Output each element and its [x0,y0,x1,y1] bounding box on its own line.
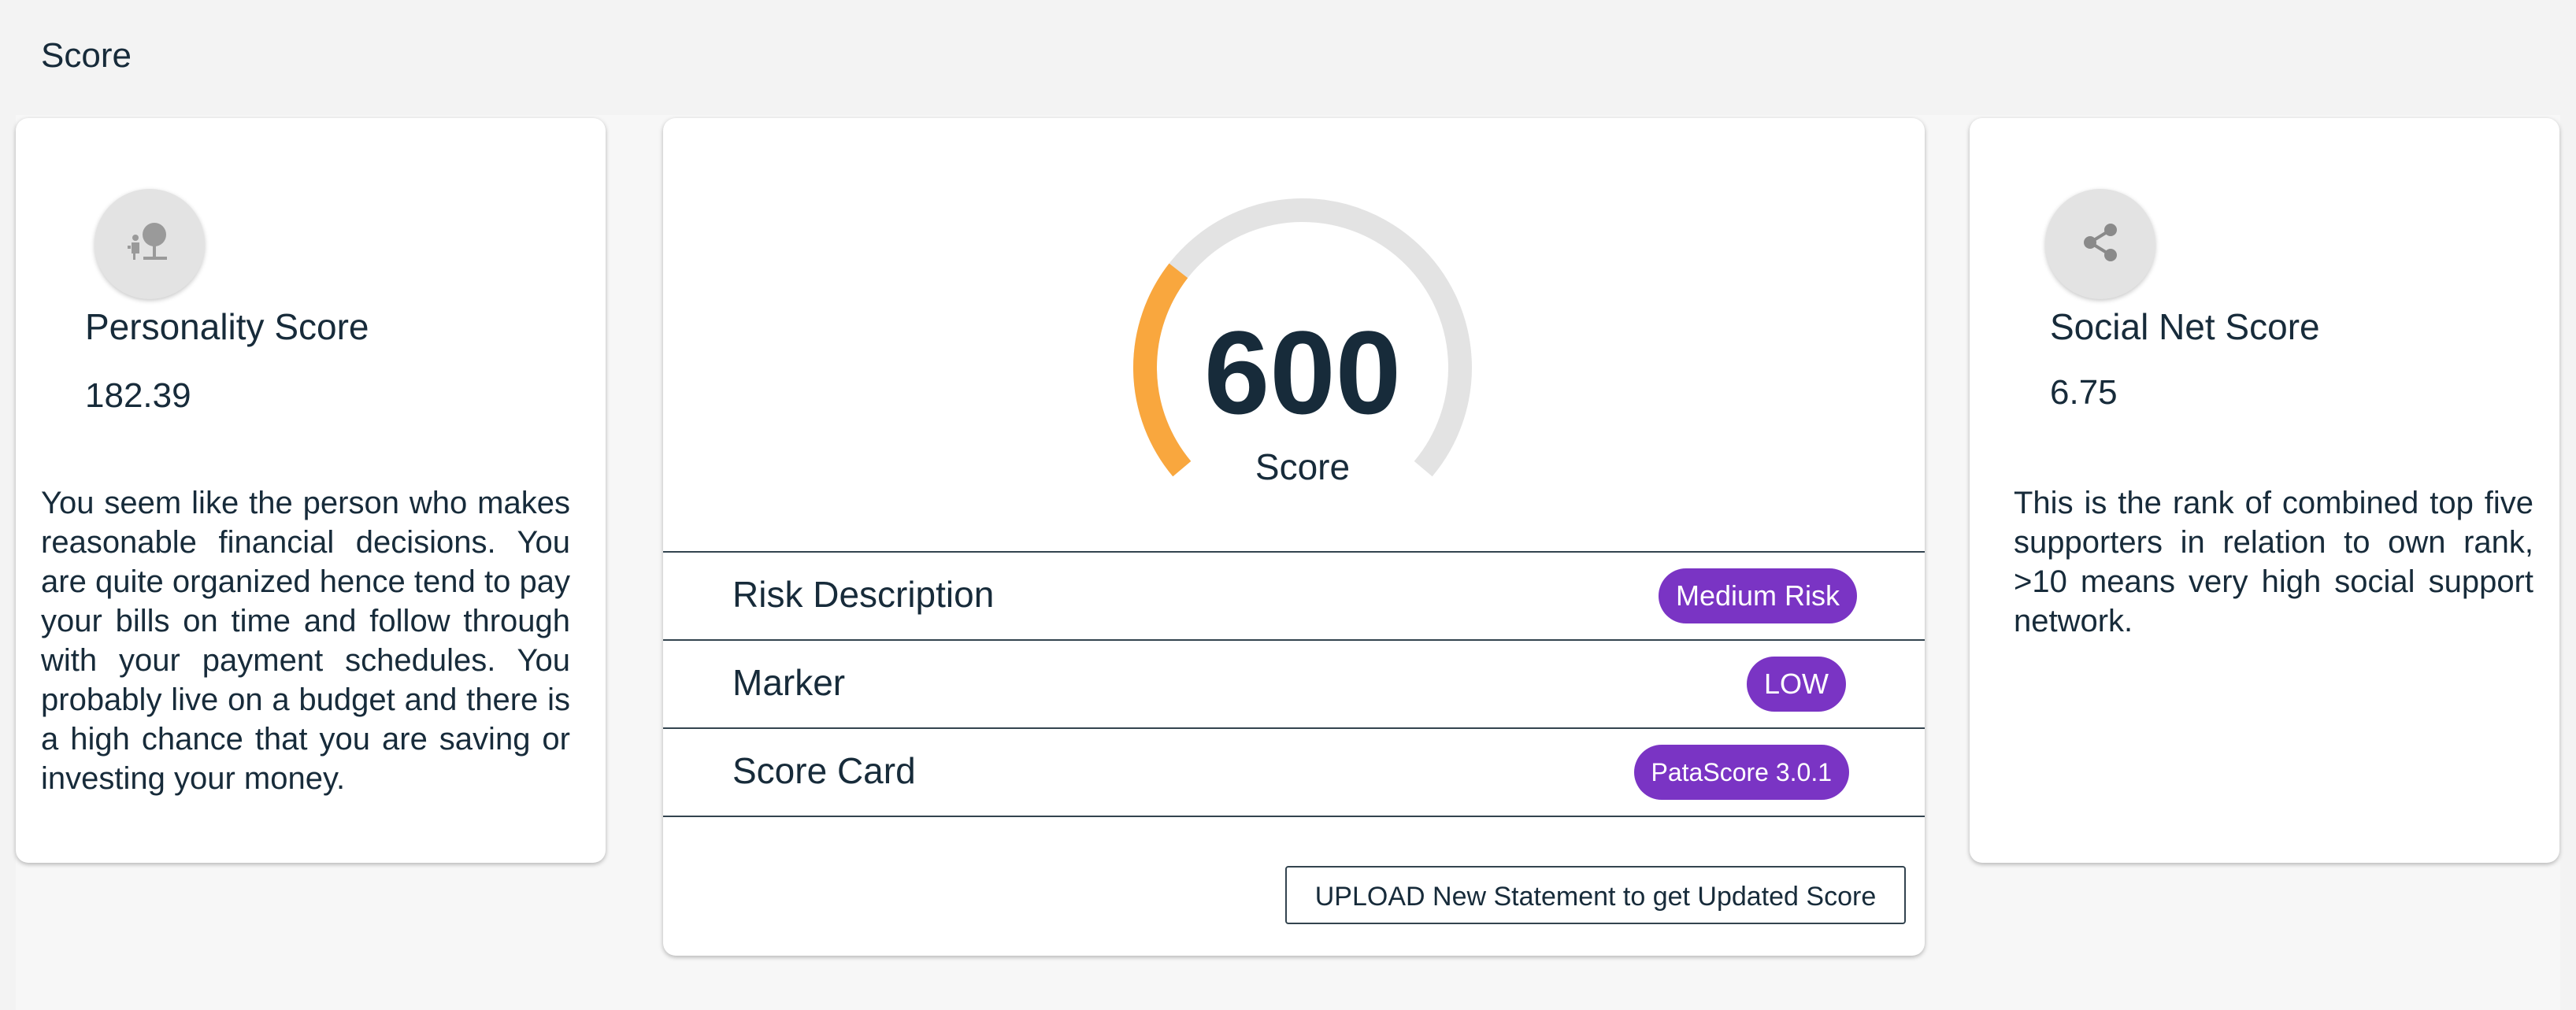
score-value: 600 [1203,306,1402,438]
marker-row: Marker LOW [663,641,1925,729]
score-label: Score [1255,446,1351,487]
score-card-row: Score Card PataScore 3.0.1 [663,729,1925,817]
score-card-badge: PataScore 3.0.1 [1633,745,1849,800]
personality-score-value: 182.39 [85,376,191,415]
risk-description-row: Risk Description Medium Risk [663,553,1925,641]
personality-score-card: Personality Score 182.39 You seem like t… [16,118,606,863]
score-details-table: Risk Description Medium Risk Marker LOW … [663,551,1925,817]
personality-score-title: Personality Score [85,306,369,347]
person-at-tree-icon [128,222,172,267]
risk-description-label: Risk Description [732,574,995,615]
personality-icon-badge [95,189,205,299]
share-icon [2081,222,2120,267]
social-net-score-description: This is the rank of combined top five su… [2014,486,2533,638]
social-net-score-card: Social Net Score 6.75 This is the rank o… [1970,118,2559,863]
social-icon-badge [2045,189,2155,299]
credit-score-card: 600 Score Risk Description Medium Risk M… [663,118,1925,956]
header-bar: Score [0,0,2576,115]
marker-label: Marker [732,662,846,703]
page-title: Score [41,36,132,75]
marker-badge: LOW [1746,657,1846,712]
upload-statement-button[interactable]: UPLOAD New Statement to get Updated Scor… [1285,866,1906,924]
social-net-score-title: Social Net Score [2050,306,2320,347]
score-gauge: 600 Score [1100,165,1486,496]
risk-badge: Medium Risk [1658,568,1857,623]
social-net-score-value: 6.75 [2050,373,2118,412]
score-card-label: Score Card [732,750,916,791]
personality-score-description: You seem like the person who makes reaso… [41,486,570,796]
